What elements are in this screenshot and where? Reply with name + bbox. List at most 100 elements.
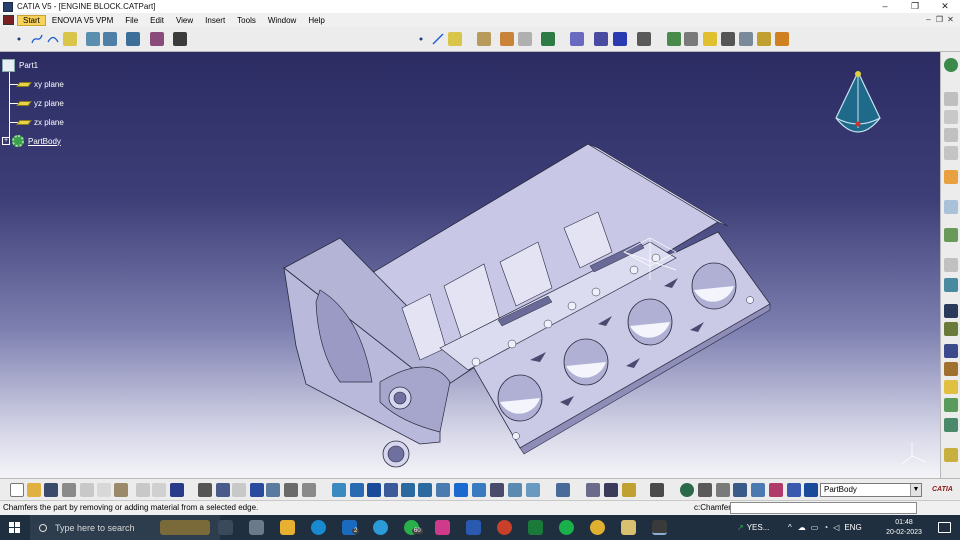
doc-minimize-button[interactable]: – [923, 13, 934, 27]
menu-file[interactable]: File [119, 15, 144, 26]
menu-window[interactable]: Window [262, 15, 302, 26]
task-view-icon[interactable] [218, 520, 233, 535]
check-icon[interactable] [302, 483, 316, 497]
3d-viewport[interactable]: Part1 xy plane yz plane zx plane + PartB… [0, 52, 940, 478]
print-icon[interactable] [62, 483, 76, 497]
close-button[interactable]: ✕ [930, 0, 960, 13]
catalog-browser-icon[interactable] [698, 483, 712, 497]
normal-view-icon[interactable] [436, 483, 450, 497]
plane-creation-icon[interactable] [448, 32, 462, 46]
thickness-icon[interactable] [944, 304, 958, 318]
sketch-icon[interactable] [86, 32, 100, 46]
constraint-icon[interactable] [769, 483, 783, 497]
tree-item-yz-plane[interactable]: yz plane [16, 96, 64, 110]
measure-item-icon[interactable] [604, 483, 618, 497]
material-icon[interactable] [703, 32, 717, 46]
fly-icon[interactable] [332, 483, 346, 497]
fit-all-icon[interactable] [350, 483, 364, 497]
wifi-icon[interactable]: ◔ [823, 523, 828, 532]
new-icon[interactable] [10, 483, 24, 497]
display-icon[interactable]: ▭ [811, 523, 819, 532]
positioned-sketch-icon[interactable] [103, 32, 117, 46]
thread-icon[interactable] [944, 322, 958, 336]
onedrive-icon[interactable]: ☁ [798, 523, 806, 532]
powerpoint-icon[interactable] [497, 520, 512, 535]
current-body-select[interactable]: PartBody ▼ [820, 483, 922, 497]
inertia-icon[interactable] [622, 483, 636, 497]
menu-insert[interactable]: Insert [199, 15, 231, 26]
chevron-up-icon[interactable]: ^ [788, 523, 792, 532]
swap-space-icon[interactable] [526, 483, 540, 497]
copy-icon[interactable] [97, 483, 111, 497]
plane-tool-icon[interactable] [63, 32, 77, 46]
menu-edit[interactable]: Edit [144, 15, 170, 26]
tree-root[interactable]: Part1 [2, 58, 38, 72]
speaker-icon[interactable]: ◁ [833, 523, 839, 532]
list-icon[interactable] [787, 483, 801, 497]
capture-icon[interactable] [650, 483, 664, 497]
menu-tools[interactable]: Tools [231, 15, 262, 26]
telegram-icon[interactable] [373, 520, 388, 535]
edge-icon[interactable] [311, 520, 326, 535]
multi-view-icon[interactable] [454, 483, 468, 497]
menu-start[interactable]: Start [17, 14, 46, 26]
shading-icon[interactable] [667, 32, 681, 46]
tree-item-xy-plane[interactable]: xy plane [16, 77, 64, 91]
save-icon[interactable] [44, 483, 58, 497]
whats-this-icon[interactable] [170, 483, 184, 497]
hide-show-icon[interactable] [477, 32, 491, 46]
catalog-icon[interactable] [541, 32, 555, 46]
rotate-icon[interactable] [384, 483, 398, 497]
chrome-icon[interactable] [590, 520, 605, 535]
excel-icon[interactable] [528, 520, 543, 535]
paste-icon[interactable] [114, 483, 128, 497]
redo-icon[interactable] [152, 483, 166, 497]
curve-icon[interactable] [46, 32, 60, 46]
tree-item-zx-plane[interactable]: zx plane [16, 115, 64, 129]
shell-icon[interactable] [944, 278, 958, 292]
swap-visible-icon[interactable] [500, 32, 514, 46]
hide-show-toggle-icon[interactable] [508, 483, 522, 497]
analysis-icon[interactable] [126, 32, 140, 46]
language-indicator[interactable]: ENG [844, 523, 861, 532]
hole-icon[interactable] [944, 170, 958, 184]
instagram-icon[interactable] [435, 520, 450, 535]
compass-icon[interactable] [637, 32, 651, 46]
minimize-button[interactable]: – [870, 0, 900, 13]
lighting-icon[interactable] [775, 32, 789, 46]
shading-edges-icon[interactable] [684, 32, 698, 46]
mirror-icon[interactable] [944, 344, 958, 358]
pan-icon[interactable] [367, 483, 381, 497]
weather-widget-icon[interactable] [160, 520, 210, 535]
formula-icon[interactable] [198, 483, 212, 497]
apply-material-icon[interactable] [739, 32, 753, 46]
notification-icon[interactable] [938, 522, 951, 533]
expand-icon[interactable]: + [2, 137, 10, 145]
sketcher-icon[interactable] [944, 58, 958, 72]
table-icon[interactable] [150, 32, 164, 46]
split-icon[interactable] [944, 398, 958, 412]
view-icon[interactable] [751, 483, 765, 497]
thick-surface-icon[interactable] [944, 418, 958, 432]
chamfer-icon[interactable] [944, 228, 958, 242]
shading-mode-icon[interactable] [490, 483, 504, 497]
rule-icon[interactable] [284, 483, 298, 497]
menu-help[interactable]: Help [302, 15, 330, 26]
pocket-icon[interactable] [944, 110, 958, 124]
draft-icon[interactable] [944, 258, 958, 272]
open-icon[interactable] [27, 483, 41, 497]
update-all-icon[interactable] [556, 483, 570, 497]
catia-taskbar-icon[interactable] [652, 520, 667, 535]
axis-system-icon[interactable] [594, 32, 608, 46]
fly-mode-icon[interactable] [518, 32, 532, 46]
word-icon[interactable] [466, 520, 481, 535]
compass-widget[interactable] [830, 66, 890, 146]
spotify-icon[interactable] [559, 520, 574, 535]
measure-between-icon[interactable] [586, 483, 600, 497]
calculator-icon[interactable] [249, 520, 264, 535]
restore-button[interactable]: ❐ [900, 0, 930, 13]
document-icon[interactable] [3, 15, 14, 25]
zoom-in-icon[interactable] [401, 483, 415, 497]
eraser-icon[interactable] [804, 483, 818, 497]
menu-enovia[interactable]: ENOVIA V5 VPM [46, 15, 119, 26]
